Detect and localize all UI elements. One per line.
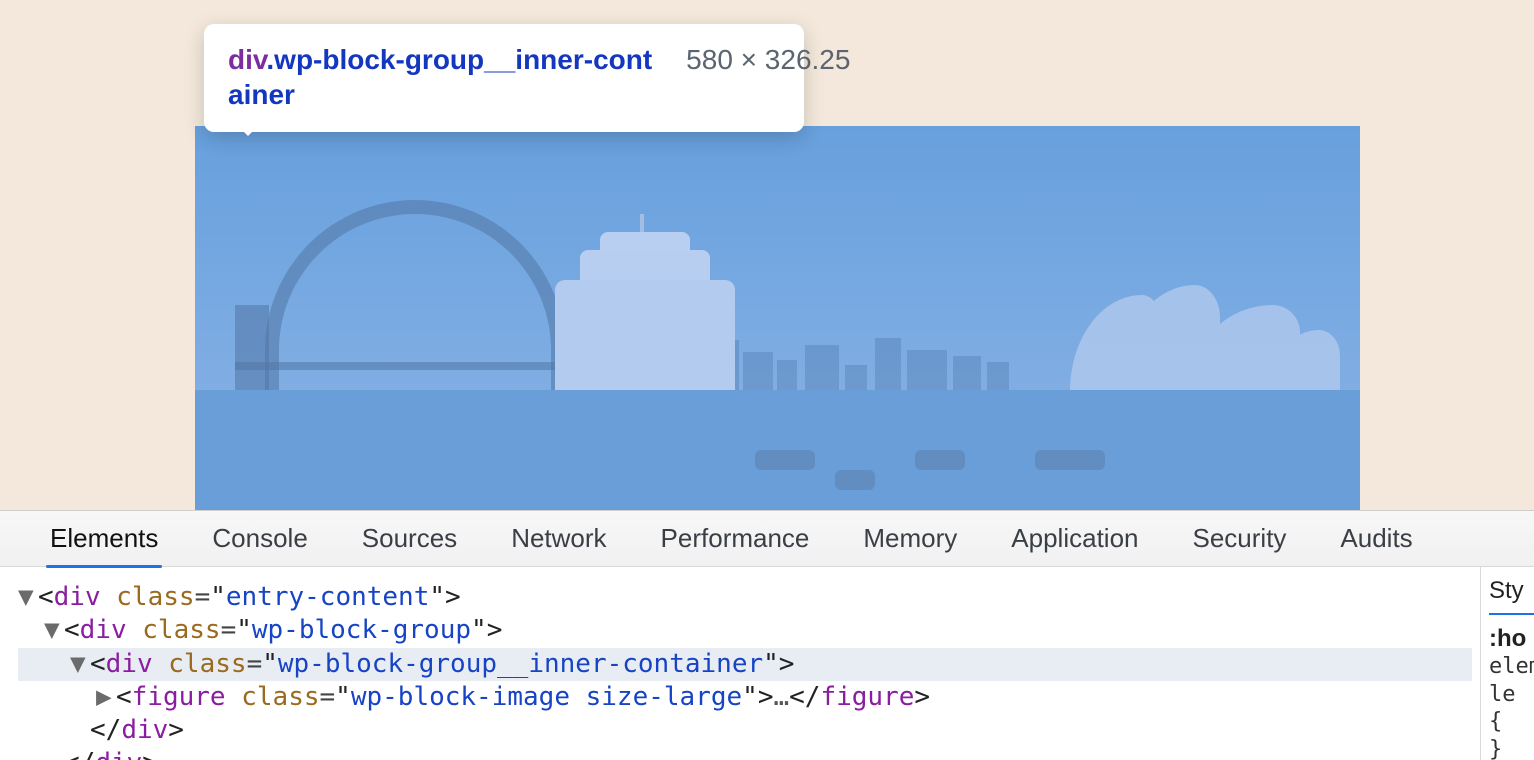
dom-row[interactable]: </div> bbox=[18, 714, 1472, 747]
styles-line-0: elem bbox=[1489, 653, 1534, 681]
element-inspect-tooltip: div.wp-block-group__inner-cont 580 × 326… bbox=[204, 24, 804, 132]
tab-performance[interactable]: Performance bbox=[661, 523, 810, 554]
dom-row[interactable]: ▼<div class="wp-block-group"> bbox=[18, 614, 1472, 647]
dom-row[interactable]: ▼<div class="entry-content"> bbox=[18, 581, 1472, 614]
dom-row[interactable]: </div> bbox=[18, 747, 1472, 760]
dom-row[interactable]: ▶<figure class="wp-block-image size-larg… bbox=[18, 681, 1472, 714]
tab-sources[interactable]: Sources bbox=[362, 523, 457, 554]
devtools-tabs: Elements Console Sources Network Performance… bbox=[0, 511, 1534, 567]
tab-console[interactable]: Console bbox=[212, 523, 307, 554]
styles-pane: Sty :ho elem le { } bbox=[1480, 567, 1534, 760]
dom-tree[interactable]: ▼<div class="entry-content">▼<div class=… bbox=[0, 567, 1480, 760]
tab-memory[interactable]: Memory bbox=[863, 523, 957, 554]
dom-row[interactable]: ▼<div class="wp-block-group__inner-conta… bbox=[18, 648, 1472, 681]
tooltip-class-2: ainer bbox=[228, 77, 780, 112]
tab-audits[interactable]: Audits bbox=[1340, 523, 1412, 554]
tooltip-class-1: .wp-block-group__inner-cont bbox=[266, 44, 652, 75]
tab-elements[interactable]: Elements bbox=[50, 523, 158, 554]
tab-network[interactable]: Network bbox=[511, 523, 606, 554]
tooltip-tagname: div bbox=[228, 44, 266, 75]
styles-header: Sty bbox=[1489, 577, 1534, 615]
tab-application[interactable]: Application bbox=[1011, 523, 1138, 554]
styles-hov[interactable]: :ho bbox=[1489, 625, 1534, 653]
styles-line-1: le { bbox=[1489, 681, 1534, 736]
inspected-element-highlight bbox=[195, 126, 1360, 510]
styles-line-2: } bbox=[1489, 736, 1534, 760]
tooltip-dimensions: 580 × 326.25 bbox=[686, 42, 850, 77]
tab-security[interactable]: Security bbox=[1193, 523, 1287, 554]
devtools-panel: Elements Console Sources Network Performance… bbox=[0, 510, 1534, 760]
